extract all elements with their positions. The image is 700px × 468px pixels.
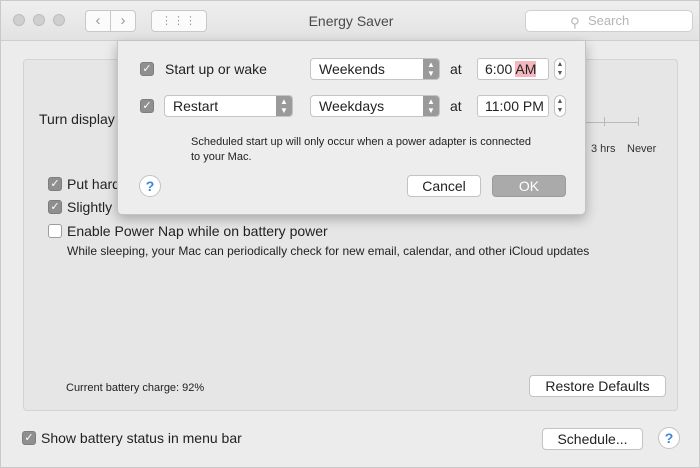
power-nap-description: While sleeping, your Mac can periodicall… bbox=[67, 244, 590, 258]
cancel-button[interactable]: Cancel bbox=[407, 175, 481, 197]
restart-time-stepper[interactable]: ▲ ▼ bbox=[554, 95, 566, 117]
restart-time-field[interactable]: 11:00 PM bbox=[477, 95, 549, 117]
schedule-sheet: ✓ Start up or wake Weekends ▲ ▼ at 6:00 A… bbox=[117, 41, 586, 215]
help-icon[interactable]: ? bbox=[658, 427, 680, 449]
startup-days-value: Weekends bbox=[319, 61, 385, 77]
startup-time-hm[interactable]: 6:00 bbox=[485, 61, 512, 77]
startup-time-field[interactable]: 6:00 AM bbox=[477, 58, 549, 80]
popup-arrows-icon: ▲ ▼ bbox=[423, 59, 439, 79]
restart-checkbox[interactable]: ✓ bbox=[140, 99, 154, 113]
search-field[interactable]: ⚲ Search bbox=[525, 10, 693, 32]
put-hard-disks-label: Put hard bbox=[67, 176, 120, 192]
action-value: Restart bbox=[173, 98, 219, 114]
at-label: at bbox=[450, 61, 462, 77]
put-hard-disks-checkbox[interactable]: ✓ bbox=[48, 177, 62, 191]
ok-button[interactable]: OK bbox=[492, 175, 566, 197]
slightly-dim-label: Slightly bbox=[67, 199, 113, 215]
restart-time-hm[interactable]: 11:00 bbox=[485, 98, 519, 114]
power-nap-checkbox[interactable] bbox=[48, 224, 62, 238]
startup-days-popup[interactable]: Weekends ▲ ▼ bbox=[310, 58, 440, 80]
battery-charge-text: Current battery charge: 92% bbox=[66, 382, 205, 394]
popup-arrows-icon: ▲ ▼ bbox=[276, 96, 292, 116]
startup-wake-label: Start up or wake bbox=[165, 61, 267, 77]
startup-wake-checkbox[interactable]: ✓ bbox=[140, 62, 154, 76]
search-icon: ⚲ bbox=[570, 15, 580, 30]
slider-tick bbox=[638, 117, 639, 126]
titlebar: ‹ › ⋮⋮⋮ Energy Saver ⚲ Search bbox=[1, 1, 699, 41]
energy-saver-window: ‹ › ⋮⋮⋮ Energy Saver ⚲ Search Turn displ… bbox=[0, 0, 700, 468]
power-nap-label: Enable Power Nap while on battery power bbox=[67, 223, 328, 239]
sheet-help-icon[interactable]: ? bbox=[139, 175, 161, 197]
popup-arrows-icon: ▲ ▼ bbox=[423, 96, 439, 116]
schedule-note: Scheduled start up will only occur when … bbox=[191, 136, 531, 163]
slightly-dim-checkbox[interactable]: ✓ bbox=[48, 200, 62, 214]
turn-display-label: Turn display bbox=[39, 111, 115, 127]
restart-days-value: Weekdays bbox=[319, 98, 385, 114]
slider-label-3hrs: 3 hrs bbox=[591, 143, 616, 155]
restart-time-ampm[interactable]: PM bbox=[523, 98, 544, 114]
slider-label-never: Never bbox=[627, 143, 657, 155]
schedule-button[interactable]: Schedule... bbox=[542, 428, 643, 450]
slider-tick bbox=[604, 117, 605, 126]
search-placeholder: Search bbox=[588, 13, 630, 28]
startup-time-ampm[interactable]: AM bbox=[515, 61, 537, 77]
at-label: at bbox=[450, 98, 462, 114]
action-popup[interactable]: Restart ▲ ▼ bbox=[164, 95, 293, 117]
restore-defaults-button[interactable]: Restore Defaults bbox=[529, 375, 666, 397]
restart-days-popup[interactable]: Weekdays ▲ ▼ bbox=[310, 95, 440, 117]
show-battery-status-checkbox[interactable]: ✓ bbox=[22, 431, 36, 445]
startup-time-stepper[interactable]: ▲ ▼ bbox=[554, 58, 566, 80]
show-battery-status-label: Show battery status in menu bar bbox=[41, 430, 242, 446]
